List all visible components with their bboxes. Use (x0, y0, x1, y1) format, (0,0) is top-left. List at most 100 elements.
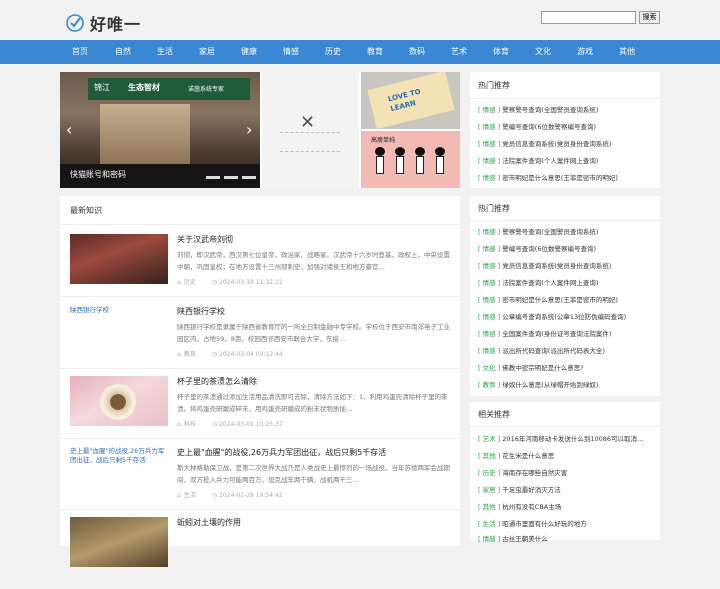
rec-text[interactable]: 杭州有没有CBA主场 (502, 503, 561, 511)
rec-item[interactable]: [ 教育 ] 绿奴什么意思(从绿帽开始到绿奴) (478, 379, 654, 389)
nav-item-home-decor[interactable]: 家居 (187, 40, 227, 64)
nav-item-art[interactable]: 艺术 (439, 40, 479, 64)
rec-category[interactable]: [ 情感 ] (478, 330, 500, 338)
article-thumb[interactable] (70, 234, 168, 284)
rec-text[interactable]: 昭通市里面有什么好玩的地方 (502, 520, 587, 528)
rec-text[interactable]: 佛教中密宗明妃是什么意思? (502, 364, 583, 372)
rec-category[interactable]: [ 情感 ] (478, 347, 500, 355)
rec-item[interactable]: [ 情感 ] 警察警号查询(全国警员查询系统) (478, 226, 654, 236)
article-title[interactable]: 关于汉武帝刘彻 (177, 234, 233, 245)
rec-item[interactable]: [ 其他 ] 花生米是什么意思 (478, 450, 654, 460)
nav-item-games[interactable]: 游戏 (565, 40, 605, 64)
rec-item[interactable]: [ 情感 ] 公章编号查询系统(公章13位防伪编码查询) (478, 311, 654, 321)
article-thumb[interactable] (70, 517, 168, 567)
search-input[interactable] (541, 11, 636, 24)
nav-item-history[interactable]: 历史 (313, 40, 353, 64)
slide-caption[interactable]: 快猫账号和密码 (70, 169, 126, 180)
rec-item[interactable]: [ 情感 ] 法院案件查询(个人案件网上查询) (478, 155, 654, 165)
rec-category[interactable]: [ 情感 ] (478, 262, 500, 270)
slide-pencil-image[interactable]: LOVE TO LEARN (361, 72, 460, 130)
nav-item-emotion[interactable]: 情感 (271, 40, 311, 64)
rec-category[interactable]: [ 文化 ] (478, 364, 500, 372)
rec-item[interactable]: [ 历史 ] 海南存在哪些自然灾害 (478, 467, 654, 477)
rec-item[interactable]: [ 文化 ] 佛教中密宗明妃是什么意思? (478, 362, 654, 372)
rec-category[interactable]: [ 情感 ] (478, 535, 500, 543)
site-logo[interactable]: 好唯一 (66, 11, 141, 35)
rec-item[interactable]: [ 情感 ] 密市明妃是什么意思(王菲是密市的明妃) (478, 294, 654, 304)
rec-item[interactable]: [ 情感 ] 密市明妃是什么意思(王菲是密市的明妃) (478, 172, 654, 182)
rec-item[interactable]: [ 家居 ] 千足虫最好消灭方法 (478, 484, 654, 494)
slide-dot-3[interactable] (242, 176, 256, 179)
nav-item-life[interactable]: 生活 (145, 40, 185, 64)
article-tag[interactable]: 科技 (184, 421, 196, 428)
nav-item-education[interactable]: 教育 (355, 40, 395, 64)
rec-item[interactable]: [ 情感 ] 古丝王朝美什么 (478, 533, 654, 543)
rec-item[interactable]: [ 情感 ] 警编号查询(6位数警察编号查询) (478, 121, 654, 131)
rec-item[interactable]: [ 其他 ] 杭州有没有CBA主场 (478, 501, 654, 511)
rec-text[interactable]: 公章编号查询系统(公章13位防伪编码查询) (502, 313, 626, 321)
rec-text[interactable]: 党员信息查询系统(党员身份查询系统) (502, 140, 611, 148)
nav-item-home[interactable]: 首页 (60, 40, 100, 64)
rec-category[interactable]: [ 情感 ] (478, 140, 500, 148)
article-tag[interactable]: 历史 (184, 279, 196, 286)
rec-category[interactable]: [ 情感 ] (478, 157, 500, 165)
slider-next-icon[interactable]: › (246, 120, 252, 139)
rec-text[interactable]: 密市明妃是什么意思(王菲是密市的明妃) (502, 174, 618, 182)
nav-item-culture[interactable]: 文化 (523, 40, 563, 64)
rec-item[interactable]: [ 情感 ] 警察警号查询(全国警员查询系统) (478, 104, 654, 114)
rec-item[interactable]: [ 情感 ] 党员信息查询系统(党员身份查询系统) (478, 260, 654, 270)
rec-text[interactable]: 千足虫最好消灭方法 (502, 486, 561, 494)
rec-text[interactable]: 警编号查询(6位数警察编号查询) (502, 123, 596, 131)
search-button[interactable]: 搜索 (639, 11, 660, 24)
rec-text[interactable]: 全国案件查询(身份证号查询法院案件) (502, 330, 611, 338)
rec-category[interactable]: [ 情感 ] (478, 106, 500, 114)
rec-text[interactable]: 派出所代码查询(派出所代码表大全) (502, 347, 605, 355)
nav-item-sports[interactable]: 体育 (481, 40, 521, 64)
article-title[interactable]: 史上最"血腥"的战役,26万兵力军团出征，战后只剩5千存活 (177, 447, 386, 458)
rec-text[interactable]: 党员信息查询系统(党员身份查询系统) (502, 262, 611, 270)
article-tag[interactable]: 生活 (184, 492, 196, 499)
slider-prev-icon[interactable]: ‹ (66, 120, 72, 139)
article-thumb[interactable] (70, 376, 168, 426)
rec-text[interactable]: 海南存在哪些自然灾害 (502, 469, 567, 477)
article-title[interactable]: 蚯蚓对土壤的作用 (177, 517, 241, 528)
rec-category[interactable]: [ 其他 ] (478, 503, 500, 511)
rec-item[interactable]: [ 情感 ] 党员信息查询系统(党员身份查询系统) (478, 138, 654, 148)
rec-category[interactable]: [ 情感 ] (478, 174, 500, 182)
rec-text[interactable]: 法院案件查询(个人案件网上查询) (502, 157, 598, 165)
rec-category[interactable]: [ 其他 ] (478, 452, 500, 460)
rec-text[interactable]: 绿奴什么意思(从绿帽开始到绿奴) (502, 381, 598, 389)
slide-cartoon-image[interactable]: 高瘦单纯 (361, 131, 460, 188)
rec-text[interactable]: 花生米是什么意思 (502, 452, 554, 460)
rec-category[interactable]: [ 情感 ] (478, 296, 500, 304)
nav-item-nature[interactable]: 自然 (103, 40, 143, 64)
article-thumb-alt[interactable]: 陕西银行学校 (70, 306, 168, 315)
rec-text[interactable]: 法院案件查询(个人案件网上查询) (502, 279, 598, 287)
rec-category[interactable]: [ 历史 ] (478, 469, 500, 477)
article-thumb-alt[interactable]: 史上最"血腥"的战役,26万兵力军团出征，战后只剩5千存活 (70, 447, 168, 465)
nav-item-other[interactable]: 其他 (607, 40, 647, 64)
rec-item[interactable]: [ 情感 ] 警编号查询(6位数警察编号查询) (478, 243, 654, 253)
nav-item-health[interactable]: 健康 (229, 40, 269, 64)
slide-sketch-image[interactable]: ✕ (262, 72, 359, 188)
rec-category[interactable]: [ 艺术 ] (478, 435, 500, 443)
rec-text[interactable]: 古丝王朝美什么 (502, 535, 548, 543)
slide-main-image[interactable]: 锦江 生态智材 诺茵系统专家 快猫账号和密码 ‹ › (60, 72, 260, 188)
rec-text[interactable]: 密市明妃是什么意思(王菲是密市的明妃) (502, 296, 618, 304)
rec-category[interactable]: [ 情感 ] (478, 245, 500, 253)
rec-category[interactable]: [ 情感 ] (478, 123, 500, 131)
rec-item[interactable]: [ 情感 ] 派出所代码查询(派出所代码表大全) (478, 345, 654, 355)
slide-dot-2[interactable] (224, 176, 238, 179)
rec-category[interactable]: [ 情感 ] (478, 279, 500, 287)
rec-category[interactable]: [ 家居 ] (478, 486, 500, 494)
rec-text[interactable]: 警察警号查询(全国警员查询系统) (502, 228, 598, 236)
article-title[interactable]: 杯子里的茶渍怎么清除 (177, 376, 257, 387)
nav-item-digital[interactable]: 数码 (397, 40, 437, 64)
rec-text[interactable]: 2016年河南移动卡发送什么到10086可以取消… (502, 435, 643, 443)
rec-text[interactable]: 警察警号查询(全国警员查询系统) (502, 106, 598, 114)
rec-category[interactable]: [ 教育 ] (478, 381, 500, 389)
rec-item[interactable]: [ 情感 ] 全国案件查询(身份证号查询法院案件) (478, 328, 654, 338)
rec-category[interactable]: [ 生活 ] (478, 520, 500, 528)
article-item[interactable]: 蚯蚓对土壤的作用 (70, 517, 450, 589)
slide-dot-1[interactable] (206, 176, 220, 179)
